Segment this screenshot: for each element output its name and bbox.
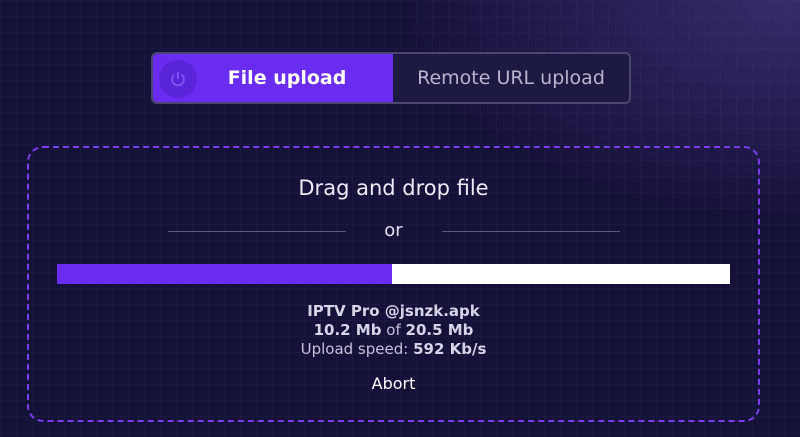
power-icon[interactable] [159, 60, 197, 98]
tab-file-upload[interactable]: File upload [153, 54, 393, 102]
upload-progress-bar [57, 264, 730, 284]
upload-speed-row: Upload speed: 592 Kb/s [29, 340, 758, 359]
divider-line-right [442, 231, 620, 232]
tab-file-upload-label: File upload [227, 67, 347, 89]
uploaded-size: 10.2 Mb [313, 321, 382, 339]
total-size: 20.5 Mb [405, 321, 474, 339]
tab-remote-url-upload-label: Remote URL upload [417, 67, 605, 89]
file-drop-zone[interactable]: Drag and drop file or IPTV Pro @jsnzk.ap… [27, 146, 760, 422]
upload-progress-fill [57, 264, 392, 284]
file-name: IPTV Pro @jsnzk.apk [307, 302, 480, 320]
upload-speed-label: Upload speed: [300, 340, 409, 358]
abort-button[interactable]: Abort [29, 374, 758, 393]
upload-info: IPTV Pro @jsnzk.apk 10.2 Mb of 20.5 Mb U… [29, 302, 758, 359]
upload-mode-tabs: File upload Remote URL upload [151, 52, 631, 104]
drop-zone-title: Drag and drop file [298, 176, 489, 200]
of-label: of [386, 321, 401, 339]
or-divider: or [29, 220, 758, 242]
upload-speed-value: 592 Kb/s [413, 340, 487, 358]
or-label: or [384, 220, 403, 241]
file-name-row: IPTV Pro @jsnzk.apk [29, 302, 758, 321]
upload-size-row: 10.2 Mb of 20.5 Mb [29, 321, 758, 340]
tab-remote-url-upload[interactable]: Remote URL upload [393, 54, 629, 102]
